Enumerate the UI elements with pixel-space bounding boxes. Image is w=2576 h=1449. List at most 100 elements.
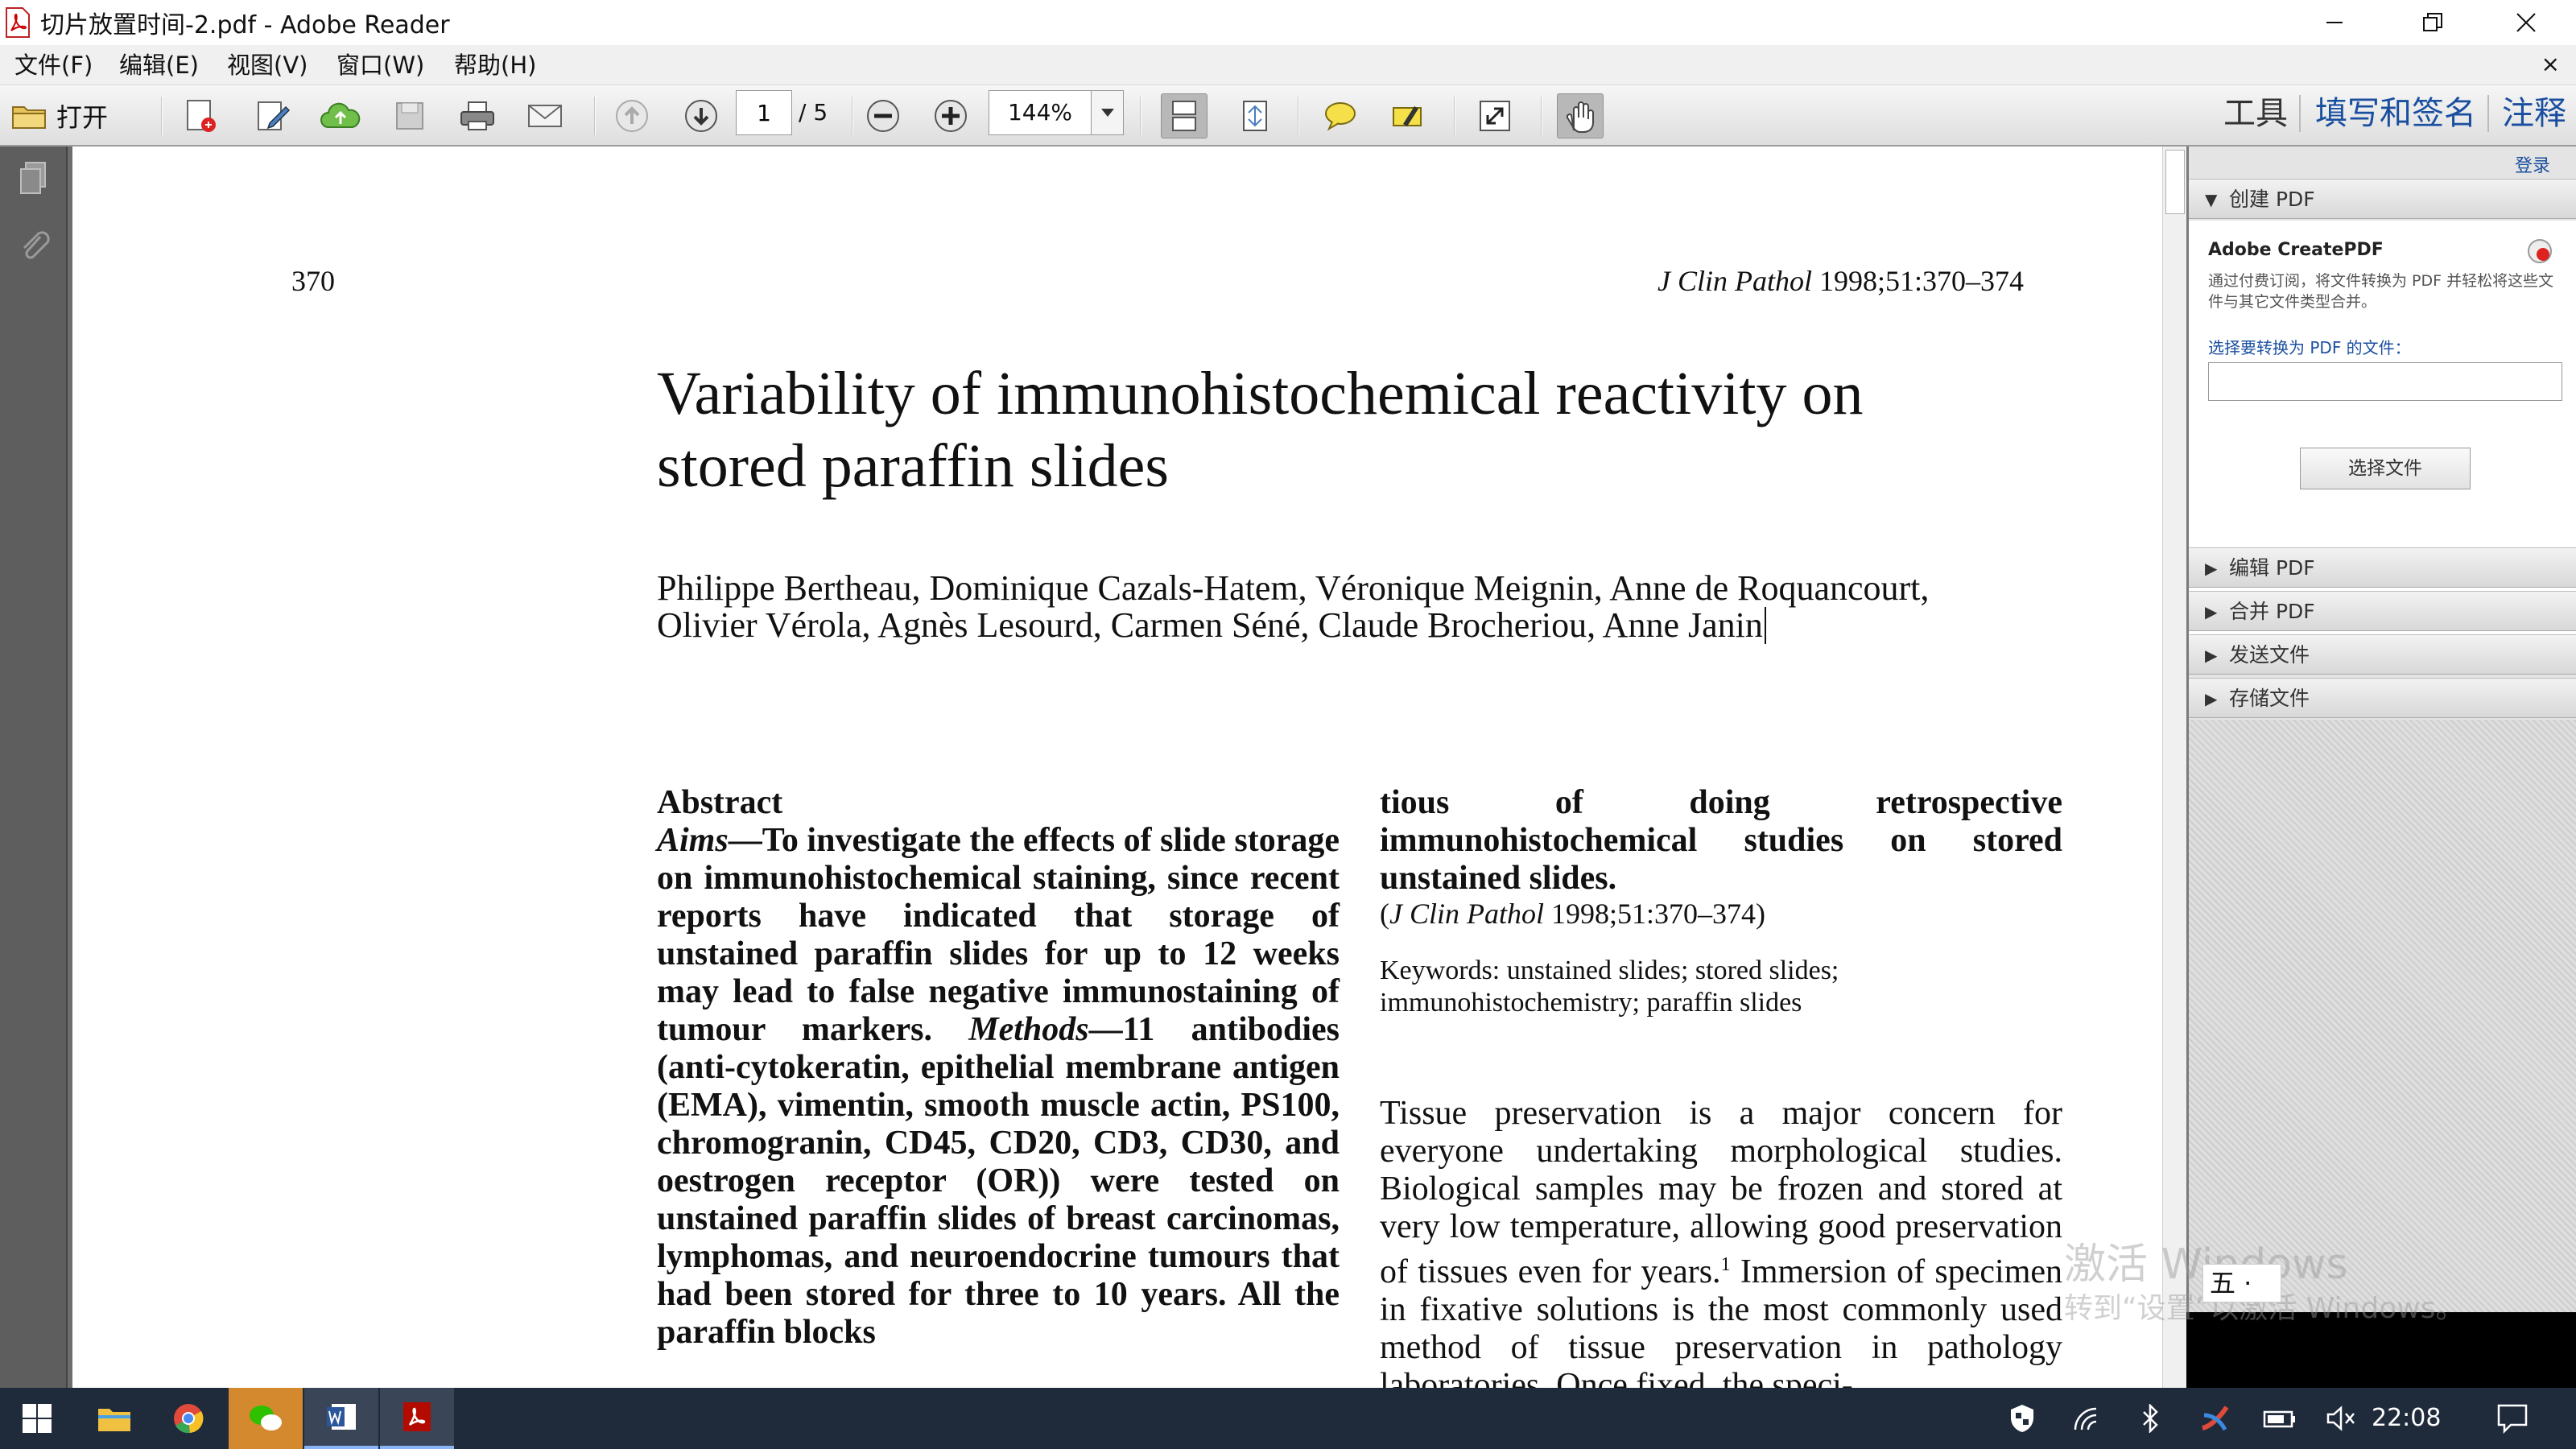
full-screen-button[interactable] — [1472, 93, 1518, 138]
plus-circle-icon — [935, 100, 967, 132]
section-edit-pdf[interactable]: ▶ 编辑 PDF — [2189, 547, 2576, 588]
page-total: / 5 — [799, 99, 828, 126]
aims-label: Aims — [657, 822, 729, 859]
menu-file[interactable]: 文件(F) — [14, 45, 93, 85]
acp-file-input[interactable] — [2208, 362, 2562, 401]
authors-line-1: Philippe Bertheau, Dominique Cazals-Hate… — [657, 568, 1930, 608]
zoom-dropdown-button[interactable] — [1092, 90, 1124, 135]
acp-title: Adobe CreatePDF — [2208, 240, 2384, 260]
hand-tool-button[interactable] — [1557, 93, 1604, 138]
body-text: Tissue preservation is a major concern f… — [1380, 1095, 2063, 1388]
acp-file-label: 选择要转换为 PDF 的文件： — [2208, 338, 2411, 357]
methods-label: Methods — [968, 1011, 1089, 1048]
minimize-icon — [2326, 22, 2343, 23]
section-store-files[interactable]: ▶ 存储文件 — [2189, 678, 2576, 718]
scrolling-mode-button[interactable] — [1161, 93, 1208, 138]
app-tray-icon — [2202, 1406, 2229, 1431]
edit-pdf-button[interactable] — [250, 93, 296, 138]
triangle-right-icon: ▶ — [2205, 559, 2218, 578]
minimize-button[interactable] — [2294, 0, 2375, 45]
fill-sign-link[interactable]: 填写和签名 — [2315, 90, 2476, 137]
author-list: Philippe Bertheau, Dominique Cazals-Hate… — [657, 570, 2106, 644]
zoom-in-button[interactable] — [927, 93, 974, 138]
attachments-button[interactable] — [18, 227, 50, 267]
start-button[interactable] — [0, 1388, 74, 1449]
taskbar: 22:08 — [0, 1388, 2576, 1449]
choose-file-button[interactable]: 选择文件 — [2300, 448, 2471, 489]
restore-button[interactable] — [2392, 0, 2473, 45]
login-link[interactable]: 登录 — [2515, 151, 2550, 177]
word-icon — [327, 1404, 356, 1430]
menu-help[interactable]: 帮助(H) — [454, 45, 536, 85]
section-combine-pdf[interactable]: ▶ 合并 PDF — [2189, 591, 2576, 631]
menu-edit[interactable]: 编辑(E) — [119, 45, 199, 85]
printer-icon — [460, 101, 494, 130]
folder-icon — [98, 1409, 130, 1431]
hand-icon — [1566, 101, 1594, 133]
comment-button[interactable] — [1317, 93, 1364, 138]
section-create-pdf[interactable]: ▼ 创建 PDF — [2189, 179, 2576, 219]
menu-window[interactable]: 窗口(W) — [336, 45, 424, 85]
save-button[interactable] — [386, 93, 433, 138]
journal-citation: J Clin Pathol 1998;51:370–374 — [1657, 264, 2024, 298]
page-thumbnails-button[interactable] — [18, 161, 50, 200]
comment-link[interactable]: 注释 — [2502, 90, 2566, 137]
app-tray-button[interactable] — [2194, 1388, 2235, 1449]
zoom-input[interactable]: 144% — [989, 90, 1092, 135]
abstract-conclusion: tious of doing retrospective immunohisto… — [1380, 784, 2062, 897]
close-document-button[interactable]: × — [2541, 50, 2560, 79]
fit-page-button[interactable] — [1232, 93, 1278, 138]
keywords: Keywords: unstained slides; stored slide… — [1380, 956, 1839, 1018]
security-tray-button[interactable] — [2004, 1388, 2040, 1449]
adobe-reader-button[interactable] — [380, 1388, 454, 1449]
title-bar: 切片放置时间-2.pdf - Adobe Reader — [0, 0, 2576, 45]
vertical-scrollbar[interactable] — [2162, 147, 2186, 1388]
create-pdf-body: Adobe CreatePDF 通过付费订阅，将文件转换为 PDF 并轻松将这些… — [2189, 221, 2576, 655]
volume-tray-button[interactable] — [2323, 1388, 2360, 1449]
section-send-files[interactable]: ▶ 发送文件 — [2189, 634, 2576, 675]
power-tray-button[interactable] — [2260, 1388, 2301, 1449]
create-pdf-button[interactable] — [177, 93, 224, 138]
notifications-button[interactable] — [2489, 1388, 2536, 1449]
ime-indicator[interactable]: 五 · — [2202, 1264, 2281, 1302]
restore-icon — [2423, 13, 2442, 31]
speaker-muted-icon — [2326, 1406, 2355, 1431]
next-page-button[interactable] — [678, 93, 724, 138]
network-tray-button[interactable] — [2069, 1388, 2107, 1449]
page-number-input[interactable] — [736, 90, 792, 135]
envelope-icon — [528, 105, 562, 127]
highlighter-icon — [1393, 106, 1422, 126]
previous-page-button[interactable] — [609, 93, 655, 138]
journal-volume: 1998;51:370–374 — [1811, 265, 2024, 297]
highlight-button[interactable] — [1385, 93, 1431, 138]
close-icon — [2516, 13, 2536, 32]
battery-plug-icon — [2263, 1410, 2295, 1428]
bluetooth-icon — [2143, 1404, 2158, 1433]
edit-pencil-icon — [258, 101, 291, 130]
word-button[interactable] — [304, 1388, 378, 1449]
file-explorer-button[interactable] — [77, 1388, 151, 1449]
menu-view[interactable]: 视图(V) — [227, 45, 308, 85]
document-view[interactable]: 370 J Clin Pathol 1998;51:370–374 Variab… — [68, 147, 2186, 1388]
triangle-right-icon: ▶ — [2205, 602, 2218, 621]
wechat-button[interactable] — [229, 1388, 303, 1449]
close-button[interactable] — [2486, 0, 2566, 45]
scrollbar-thumb[interactable] — [2165, 150, 2185, 214]
adobe-reader-icon — [403, 1402, 431, 1431]
acp-options-button[interactable] — [2525, 237, 2554, 269]
zoom-out-button[interactable] — [860, 93, 906, 138]
chrome-button[interactable] — [151, 1388, 225, 1449]
article-title: Variability of immunohistochemical react… — [657, 357, 2106, 502]
print-button[interactable] — [454, 93, 501, 138]
system-clock[interactable]: 22:08 — [2372, 1388, 2441, 1449]
triangle-down-icon: ▼ — [2205, 190, 2218, 209]
pages-icon — [20, 162, 46, 194]
window-title: 切片放置时间-2.pdf - Adobe Reader — [40, 11, 450, 39]
tools-link[interactable]: 工具 — [2223, 90, 2288, 137]
bluetooth-tray-button[interactable] — [2133, 1388, 2169, 1449]
email-button[interactable] — [522, 93, 568, 138]
upload-button[interactable] — [317, 93, 364, 138]
title-line-2: stored paraffin slides — [657, 432, 1169, 500]
open-button[interactable]: 打开 — [11, 93, 108, 138]
fit-page-icon — [1243, 101, 1267, 131]
